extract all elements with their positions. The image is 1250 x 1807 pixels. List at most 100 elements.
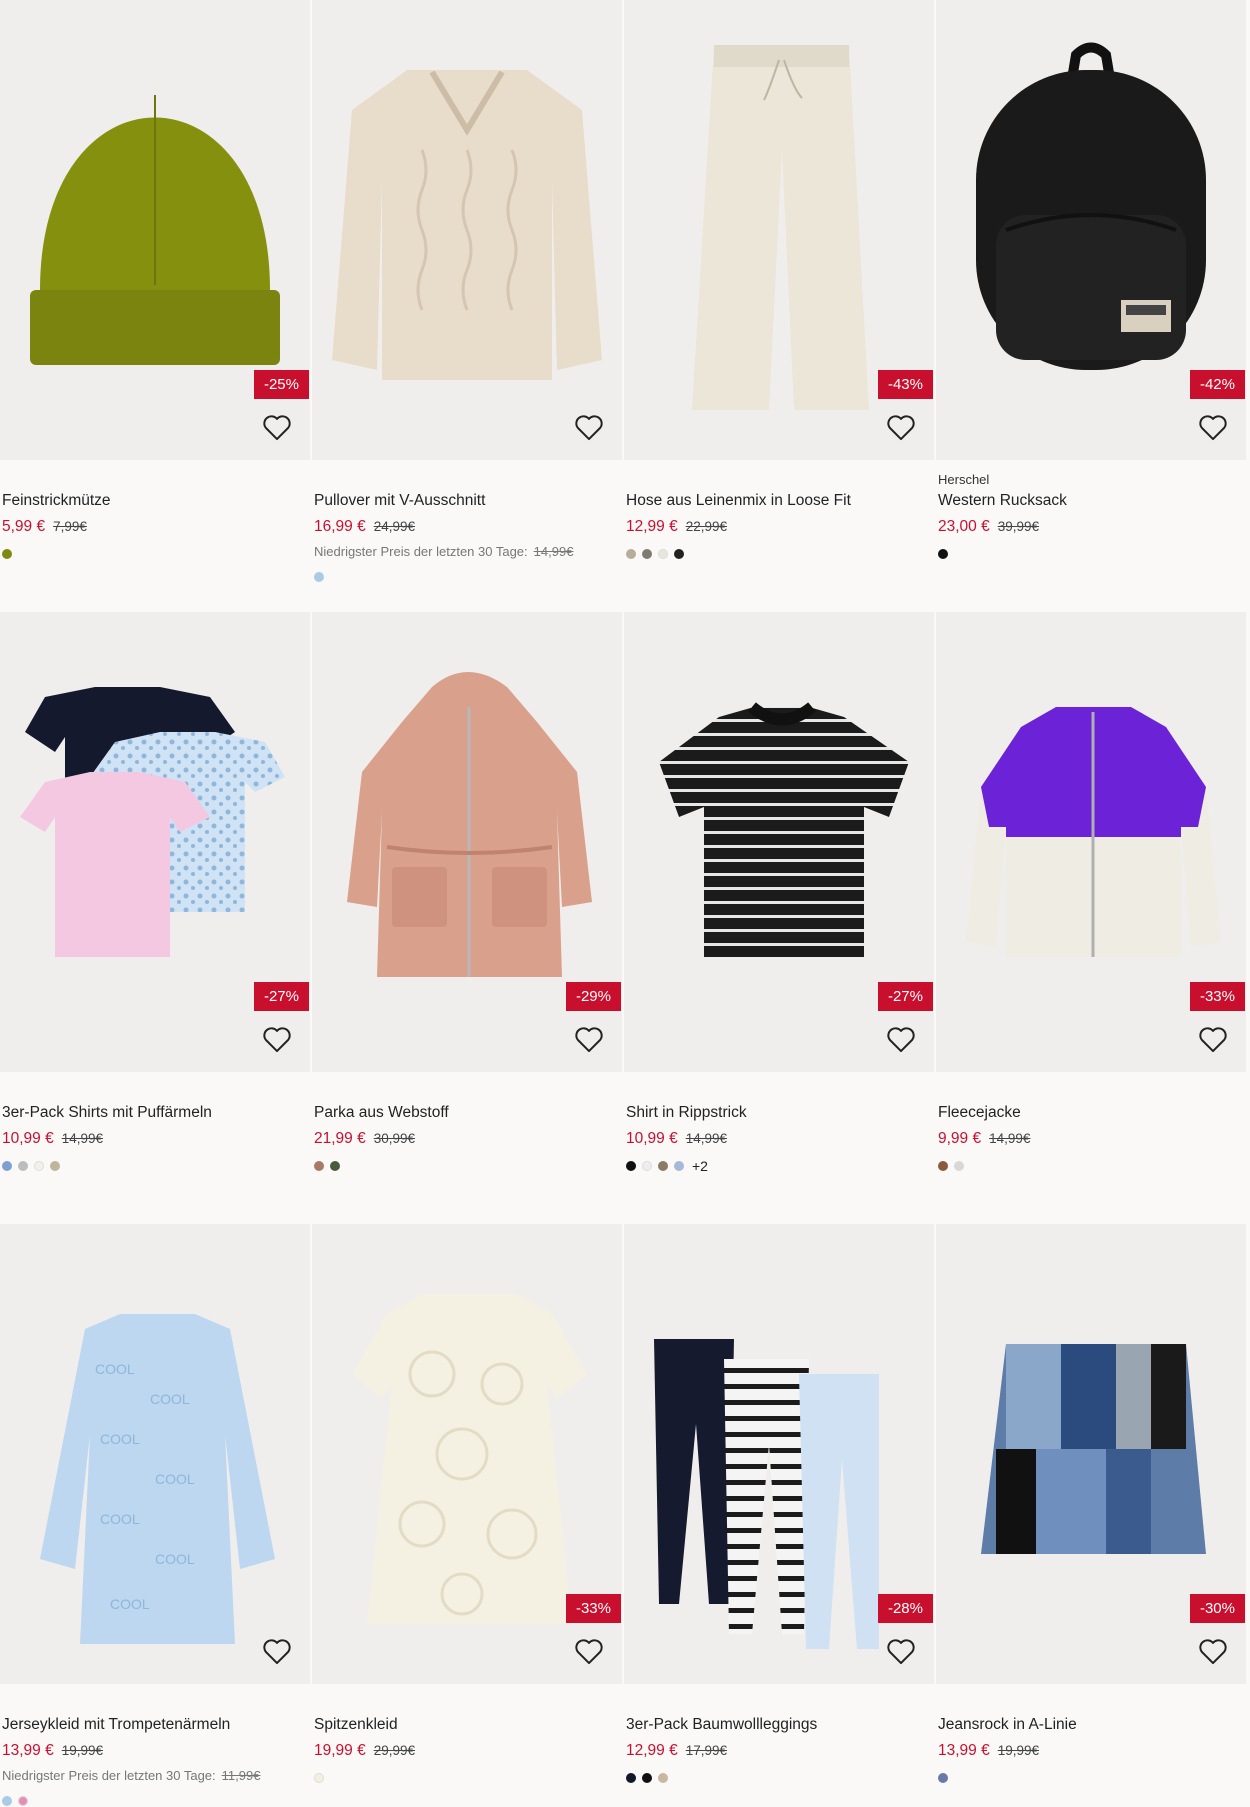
product-image[interactable] bbox=[312, 0, 622, 460]
original-price: 22,99€ bbox=[685, 519, 728, 534]
discount-badge: -30% bbox=[1189, 1594, 1245, 1623]
svg-text:COOL: COOL bbox=[100, 1431, 140, 1447]
more-colors[interactable]: +2 bbox=[692, 1158, 708, 1174]
product-card[interactable]: Pullover mit V-Ausschnitt 16,99 €24,99€ … bbox=[312, 0, 622, 612]
product-image[interactable]: -27% bbox=[0, 612, 310, 1072]
color-swatch[interactable] bbox=[642, 549, 652, 559]
color-swatch[interactable] bbox=[18, 1796, 28, 1806]
lowest-price-note: Niedrigster Preis der letzten 30 Tage: 11… bbox=[2, 1768, 308, 1783]
color-swatches bbox=[626, 548, 932, 560]
price-row: 9,99 € 14,99€ bbox=[938, 1130, 1244, 1148]
heart-icon[interactable] bbox=[572, 410, 606, 444]
product-info: 3er-Pack Baumwollleggings 12,99 € 17,99€ bbox=[624, 1716, 934, 1784]
color-swatch[interactable] bbox=[34, 1161, 44, 1171]
heart-icon[interactable] bbox=[260, 1634, 294, 1668]
color-swatch[interactable] bbox=[954, 1161, 964, 1171]
sale-price: 10,99 € bbox=[2, 1130, 54, 1147]
heart-icon[interactable] bbox=[572, 1022, 606, 1056]
product-card[interactable]: -42% Herschel Western Rucksack 23,00 € 39,… bbox=[936, 0, 1246, 612]
color-swatch[interactable] bbox=[314, 572, 324, 582]
color-swatch[interactable] bbox=[314, 1161, 324, 1171]
heart-icon[interactable] bbox=[1196, 1022, 1230, 1056]
product-name[interactable]: Hose aus Leinenmix in Loose Fit bbox=[626, 492, 932, 510]
product-name[interactable]: Feinstrickmütze bbox=[2, 492, 308, 510]
product-image-art bbox=[332, 70, 602, 380]
price-row: 12,99 € 17,99€ bbox=[626, 1742, 932, 1760]
product-info: Feinstrickmütze 5,99 € 7,99€ bbox=[0, 492, 310, 560]
product-image[interactable]: -25% bbox=[0, 0, 310, 460]
color-swatch[interactable] bbox=[18, 1161, 28, 1171]
product-image[interactable]: -33% bbox=[312, 1224, 622, 1684]
heart-icon[interactable] bbox=[884, 1022, 918, 1056]
product-name[interactable]: Western Rucksack bbox=[938, 492, 1244, 510]
original-price: 14,99€ bbox=[685, 1131, 728, 1146]
color-swatch[interactable] bbox=[938, 549, 948, 559]
product-info: Jerseykleid mit Trompetenärmeln 13,99 €1… bbox=[0, 1716, 310, 1807]
product-image[interactable]: -27% bbox=[624, 612, 934, 1072]
color-swatches bbox=[2, 1160, 308, 1172]
product-card[interactable]: -27% Shirt in Rippstrick 10,99 € 14,99€ +… bbox=[624, 612, 934, 1224]
color-swatch[interactable] bbox=[658, 1773, 668, 1783]
product-image[interactable]: -33% bbox=[936, 612, 1246, 1072]
product-card[interactable]: -25% Feinstrickmütze 5,99 € 7,99€ bbox=[0, 0, 310, 612]
svg-text:COOL: COOL bbox=[95, 1361, 135, 1377]
heart-icon[interactable] bbox=[1196, 1634, 1230, 1668]
heart-icon[interactable] bbox=[572, 1634, 606, 1668]
product-name[interactable]: Jeansrock in A-Linie bbox=[938, 1716, 1244, 1734]
product-info: Parka aus Webstoff 21,99 € 30,99€ bbox=[312, 1104, 622, 1172]
product-image[interactable]: -28% bbox=[624, 1224, 934, 1684]
lowest-price-label: Niedrigster Preis der letzten 30 Tage: bbox=[2, 1768, 216, 1783]
color-swatch[interactable] bbox=[642, 1161, 652, 1171]
product-name[interactable]: Shirt in Rippstrick bbox=[626, 1104, 932, 1122]
color-swatch[interactable] bbox=[2, 549, 12, 559]
product-image[interactable]: -30% bbox=[936, 1224, 1246, 1684]
price-row: 10,99 € 14,99€ bbox=[2, 1130, 308, 1148]
product-card[interactable]: -29% Parka aus Webstoff 21,99 € 30,99€ bbox=[312, 612, 622, 1224]
color-swatch[interactable] bbox=[626, 1773, 636, 1783]
color-swatch[interactable] bbox=[330, 1161, 340, 1171]
lowest-price-value: 14,99€ bbox=[533, 544, 574, 559]
color-swatch[interactable] bbox=[642, 1773, 652, 1783]
color-swatch[interactable] bbox=[626, 549, 636, 559]
product-name[interactable]: Spitzenkleid bbox=[314, 1716, 620, 1734]
heart-icon[interactable] bbox=[884, 1634, 918, 1668]
color-swatch[interactable] bbox=[674, 549, 684, 559]
color-swatch[interactable] bbox=[674, 1161, 684, 1171]
price-row: 12,99 € 22,99€ bbox=[626, 518, 932, 536]
color-swatch[interactable] bbox=[2, 1161, 12, 1171]
product-name[interactable]: Fleecejacke bbox=[938, 1104, 1244, 1122]
product-image[interactable]: -29% bbox=[312, 612, 622, 1072]
color-swatch[interactable] bbox=[938, 1161, 948, 1171]
product-card[interactable]: -43% Hose aus Leinenmix in Loose Fit 12,… bbox=[624, 0, 934, 612]
product-name[interactable]: Parka aus Webstoff bbox=[314, 1104, 620, 1122]
product-info: Fleecejacke 9,99 € 14,99€ bbox=[936, 1104, 1246, 1172]
heart-icon[interactable] bbox=[884, 410, 918, 444]
product-name[interactable]: Pullover mit V-Ausschnitt bbox=[314, 492, 620, 510]
product-card[interactable]: -27% 3er-Pack Shirts mit Puffärmeln 10,9… bbox=[0, 612, 310, 1224]
sale-price: 21,99 € bbox=[314, 1130, 366, 1147]
product-card[interactable]: -28% 3er-Pack Baumwollleggings 12,99 € 17… bbox=[624, 1224, 934, 1784]
color-swatch[interactable] bbox=[50, 1161, 60, 1171]
product-name[interactable]: 3er-Pack Baumwollleggings bbox=[626, 1716, 932, 1734]
product-card[interactable]: -33% Fleecejacke 9,99 € 14,99€ bbox=[936, 612, 1246, 1224]
product-card[interactable]: -33% Spitzenkleid 19,99 € 29,99€ bbox=[312, 1224, 622, 1784]
color-swatch[interactable] bbox=[938, 1773, 948, 1783]
color-swatch[interactable] bbox=[658, 1161, 668, 1171]
color-swatch[interactable] bbox=[314, 1773, 324, 1783]
heart-icon[interactable] bbox=[260, 1022, 294, 1056]
color-swatch[interactable] bbox=[658, 549, 668, 559]
color-swatch[interactable] bbox=[626, 1161, 636, 1171]
product-image[interactable]: COOL COOL COOL COOL COOL COOL COOL bbox=[0, 1224, 310, 1684]
price-row: 16,99 € 24,99€ bbox=[314, 518, 620, 536]
heart-icon[interactable] bbox=[260, 410, 294, 444]
product-card[interactable]: COOL COOL COOL COOL COOL COOL COOL Jerseyklei… bbox=[0, 1224, 310, 1806]
product-name[interactable]: Jerseykleid mit Trompetenärmeln bbox=[2, 1716, 308, 1734]
lowest-price-label: Niedrigster Preis der letzten 30 Tage: bbox=[314, 544, 528, 559]
color-swatch[interactable] bbox=[2, 1796, 12, 1806]
product-card[interactable]: -30% Jeansrock in A-Linie 13,99 € 19,99€ bbox=[936, 1224, 1246, 1784]
product-image[interactable]: -43% bbox=[624, 0, 934, 460]
heart-icon[interactable] bbox=[1196, 410, 1230, 444]
product-image[interactable]: -42% bbox=[936, 0, 1246, 460]
product-name[interactable]: 3er-Pack Shirts mit Puffärmeln bbox=[2, 1104, 308, 1122]
discount-badge: -43% bbox=[877, 370, 933, 399]
